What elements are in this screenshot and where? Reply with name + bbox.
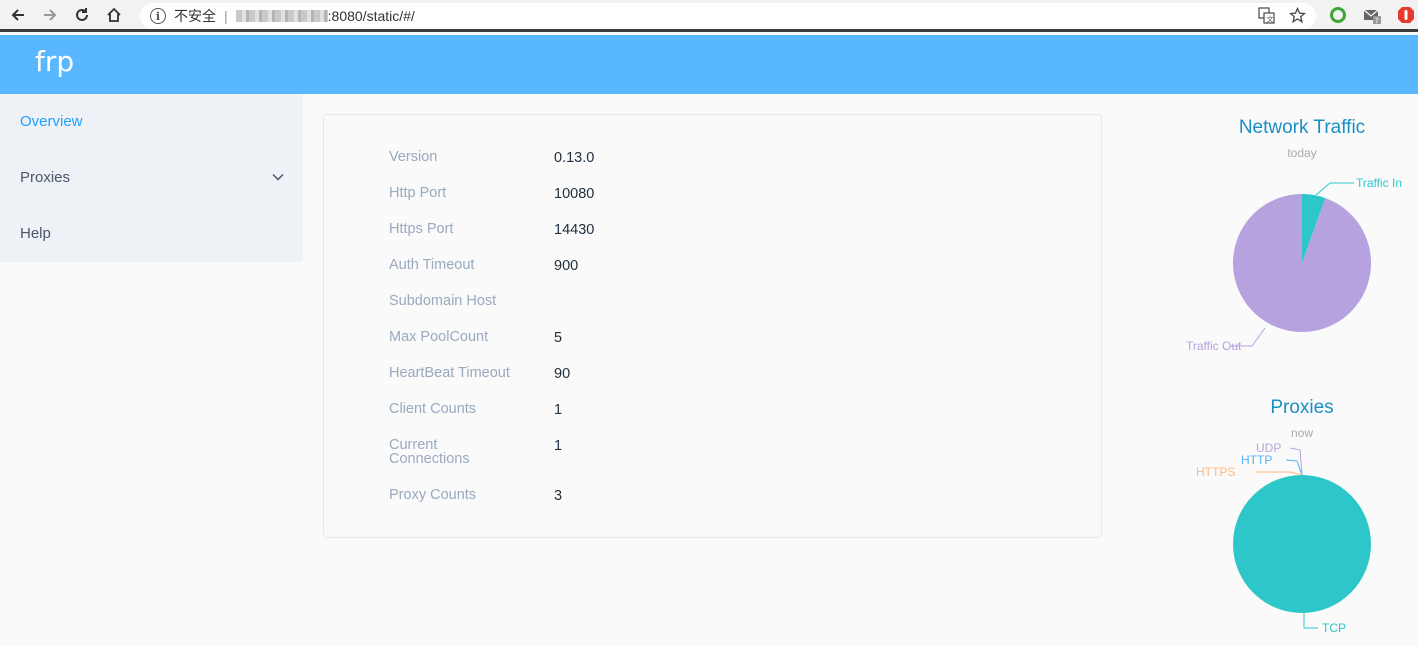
app-header: frp — [0, 35, 1418, 94]
info-value: 14430 — [554, 222, 595, 238]
adblock-icon[interactable] — [1396, 5, 1416, 25]
label-line-tcp — [1303, 612, 1318, 629]
info-label: Auth Timeout — [389, 257, 475, 273]
sidebar-item-proxies[interactable]: Proxies — [0, 150, 303, 206]
info-value: 3 — [554, 488, 563, 504]
address-separator: | — [224, 8, 228, 24]
app-logo-title[interactable]: frp — [35, 45, 74, 78]
label-line-traffic-in — [1315, 182, 1354, 196]
proxies-pie-chart: UDPHTTPHTTPSTCP — [1196, 441, 1371, 635]
info-value: 0.13.0 — [554, 150, 595, 166]
pie-label-traffic-out: Traffic Out — [1186, 339, 1242, 353]
info-value: 1 — [554, 438, 563, 454]
pie-slice-traffic-out[interactable] — [1233, 194, 1371, 332]
label-line-https — [1256, 471, 1303, 476]
info-label: Proxy Counts — [389, 487, 477, 503]
info-label: Max PoolCount — [389, 329, 489, 345]
info-label: HeartBeat Timeout — [389, 365, 510, 381]
mail-icon[interactable]: ? — [1362, 5, 1382, 25]
svg-text:?: ? — [1375, 17, 1379, 25]
address-bar[interactable]: i 不安全 | :8080/static/#/ 文 — [140, 3, 1316, 29]
traffic-chart-subtitle: today — [1287, 146, 1317, 160]
translate-icon[interactable]: 文 — [1258, 7, 1275, 24]
info-icon[interactable]: i — [150, 8, 166, 24]
sidebar-item-overview[interactable]: Overview — [0, 94, 303, 150]
pie-label-tcp: TCP — [1322, 621, 1346, 635]
proxies-chart-title: Proxies — [1270, 397, 1334, 418]
pie-label-https: HTTPS — [1196, 465, 1235, 479]
info-value: 1 — [554, 402, 563, 418]
arrow-right-icon — [44, 8, 57, 21]
sidebar-item-help[interactable]: Help — [0, 206, 303, 262]
info-value: 5 — [554, 330, 563, 346]
back-button[interactable] — [4, 1, 32, 29]
redacted-host — [235, 10, 328, 22]
pie-slice-tcp[interactable] — [1233, 475, 1371, 613]
url-text: :8080/static/#/ — [327, 8, 415, 24]
reload-icon — [76, 7, 88, 21]
arrow-left-icon — [11, 8, 24, 21]
info-label: Https Port — [389, 221, 454, 237]
extension-green-icon[interactable] — [1328, 5, 1348, 25]
pie-label-traffic-in: Traffic In — [1356, 176, 1402, 190]
star-icon[interactable] — [1289, 7, 1306, 24]
browser-toolbar: i 不安全 | :8080/static/#/ 文 ? — [0, 0, 1418, 32]
sidebar-item-label: Proxies — [20, 169, 71, 186]
info-label: Subdomain Host — [389, 293, 497, 309]
info-value: 900 — [554, 258, 579, 274]
info-label: Http Port — [389, 185, 447, 201]
server-info-card: Version 0.13.0 Http Port 10080 Https Por… — [323, 114, 1102, 538]
traffic-pie-chart: Traffic In Traffic Out — [1186, 176, 1402, 353]
chevron-down-icon — [272, 173, 284, 181]
pie-label-http: HTTP — [1241, 453, 1272, 467]
info-value: 90 — [554, 366, 571, 382]
home-button[interactable] — [100, 1, 128, 29]
info-label: Version — [389, 149, 438, 165]
info-label: Client Counts — [389, 401, 477, 417]
sidebar-menu: Overview Proxies Help — [0, 94, 303, 262]
info-value: 10080 — [554, 186, 595, 202]
reload-button[interactable] — [68, 1, 96, 29]
svg-text:文: 文 — [1267, 15, 1274, 24]
home-icon — [107, 7, 121, 22]
traffic-chart-title: Network Traffic — [1238, 117, 1366, 138]
forward-button[interactable] — [36, 1, 64, 29]
info-label: Current Connections — [389, 437, 470, 467]
security-label: 不安全 — [174, 8, 216, 24]
